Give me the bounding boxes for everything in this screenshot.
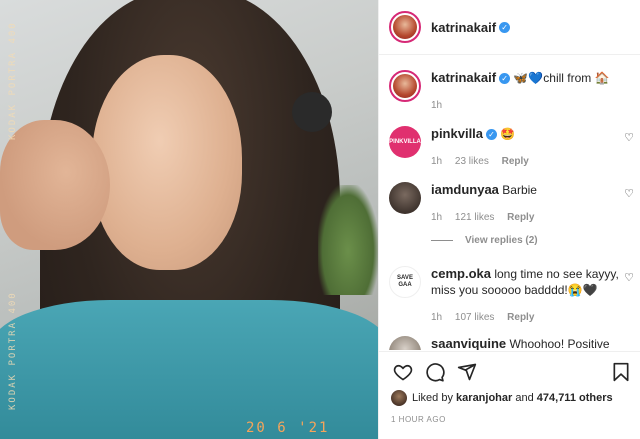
- header-avatar[interactable]: [389, 11, 421, 43]
- caption-username[interactable]: katrinakaif: [431, 70, 496, 85]
- divider-line: [431, 240, 453, 241]
- comment-item: PINKVILLA pinkvilla ✓ 🤩 1h 23 likes Reply…: [389, 126, 634, 170]
- comment-meta: 1h 107 likes Reply: [431, 310, 634, 326]
- comment-time: 1h: [431, 156, 443, 167]
- comment-like-heart-icon[interactable]: ♡: [624, 186, 634, 202]
- comment-meta: 1h 23 likes Reply: [431, 154, 634, 170]
- comment-likes[interactable]: 23 likes: [455, 156, 489, 167]
- photo-sweater: [0, 300, 378, 439]
- liker-username[interactable]: karanjohar: [456, 392, 512, 404]
- comment-item: saanviquine Whoohoo! Positive: [389, 336, 634, 350]
- comment-avatar[interactable]: [389, 182, 421, 214]
- comment-like-heart-icon[interactable]: ♡: [624, 130, 634, 146]
- heart-icon[interactable]: [393, 362, 413, 382]
- comment-likes[interactable]: 107 likes: [455, 312, 494, 323]
- caption: katrinakaif ✓ 🦋💙chill from 🏠 1h: [389, 70, 634, 114]
- reply-button[interactable]: Reply: [507, 212, 534, 223]
- date-stamp: 20 6 '21: [246, 420, 330, 436]
- photo-plant: [318, 185, 378, 295]
- comment-text: Whoohoo! Positive: [509, 337, 610, 350]
- comment-username[interactable]: cemp.oka: [431, 266, 491, 281]
- liker-avatar: [391, 390, 407, 406]
- comment-time: 1h: [431, 312, 443, 323]
- share-icon[interactable]: [457, 362, 477, 382]
- comment-time: 1h: [431, 212, 443, 223]
- film-edge-text-top: KODAK PORTRA 400: [8, 21, 18, 140]
- comment-text: Barbie: [502, 183, 537, 197]
- caption-avatar[interactable]: [389, 70, 421, 102]
- comment-like-heart-icon[interactable]: ♡: [624, 270, 634, 286]
- likes-count[interactable]: 474,711 others: [537, 392, 613, 404]
- likes-middle: and: [515, 392, 534, 404]
- verified-icon: ✓: [499, 73, 511, 85]
- header-username[interactable]: katrinakaif: [431, 20, 496, 35]
- comment-likes[interactable]: 121 likes: [455, 212, 494, 223]
- view-replies-button[interactable]: View replies (2): [431, 235, 538, 246]
- verified-icon: ✓: [486, 129, 498, 141]
- post-photo[interactable]: KODAK PORTRA 400 KODAK PORTRA 400 20 6 '…: [0, 0, 378, 439]
- comment-username[interactable]: saanviquine: [431, 336, 506, 350]
- bookmark-icon[interactable]: [612, 362, 630, 382]
- post-header: katrinakaif ✓: [379, 0, 640, 55]
- verified-icon: ✓: [499, 21, 511, 33]
- post-sidebar: katrinakaif ✓ katrinakaif ✓ 🦋💙chill from …: [378, 0, 640, 439]
- view-replies-label: View replies (2): [465, 235, 538, 246]
- instagram-post: KODAK PORTRA 400 KODAK PORTRA 400 20 6 '…: [0, 0, 640, 439]
- comment-avatar[interactable]: SAVE GAA: [389, 266, 421, 298]
- comment-icon[interactable]: [425, 362, 445, 382]
- action-bar: Liked by karanjohar and 474,711 others 1…: [379, 351, 640, 439]
- comment-avatar[interactable]: [389, 336, 421, 350]
- likes-prefix: Liked by: [412, 392, 453, 404]
- caption-time: 1h: [431, 100, 443, 111]
- reply-button[interactable]: Reply: [502, 156, 529, 167]
- posted-time[interactable]: 1 HOUR AGO: [391, 415, 446, 424]
- caption-meta: 1h: [431, 98, 634, 114]
- comment-text: 🤩: [500, 127, 516, 141]
- caption-text: 🦋💙chill from 🏠: [513, 71, 610, 85]
- reply-button[interactable]: Reply: [507, 312, 534, 323]
- film-edge-text-bottom: KODAK PORTRA 400: [8, 291, 18, 410]
- photo-face: [92, 55, 242, 270]
- comment-meta: 1h 121 likes Reply: [431, 210, 634, 226]
- action-icons: [393, 362, 477, 382]
- comment-avatar[interactable]: PINKVILLA: [389, 126, 421, 158]
- comment-item: SAVE GAA cemp.oka long time no see kayyy…: [389, 266, 634, 326]
- likes-line[interactable]: Liked by karanjohar and 474,711 others: [391, 390, 613, 406]
- comment-item: iamdunyaa Barbie 1h 121 likes Reply ♡: [389, 182, 634, 226]
- comment-username[interactable]: iamdunyaa: [431, 182, 499, 197]
- photo-lamp: [292, 92, 332, 132]
- comment-username[interactable]: pinkvilla: [431, 126, 483, 141]
- comments-list[interactable]: katrinakaif ✓ 🦋💙chill from 🏠 1h PINKVILLA…: [379, 56, 640, 350]
